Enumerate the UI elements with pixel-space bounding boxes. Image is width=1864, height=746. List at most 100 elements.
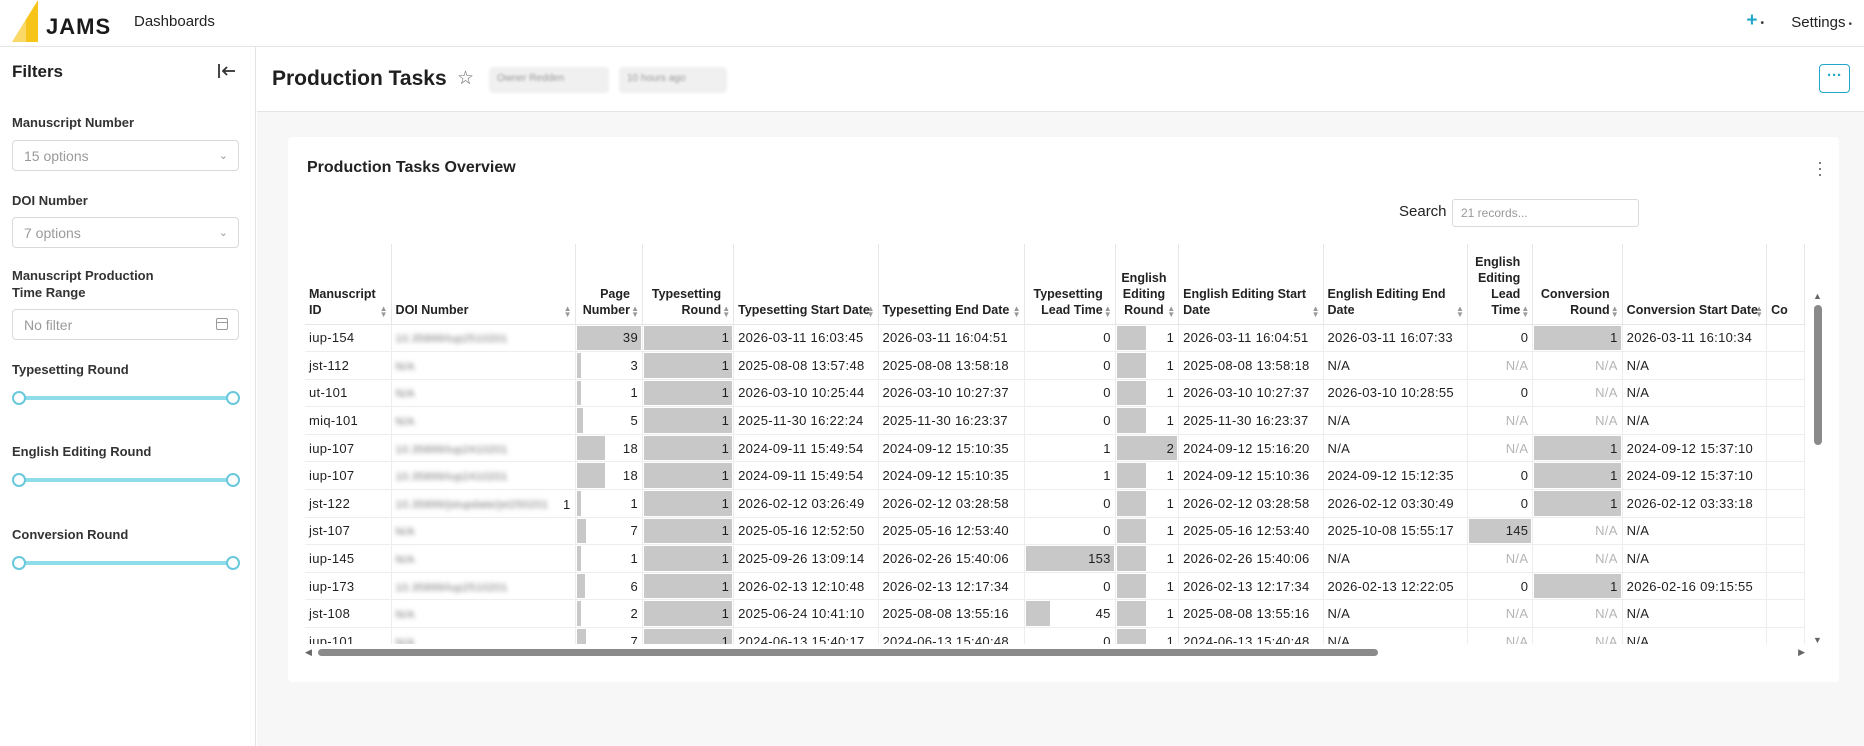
jams-logo[interactable]: JAMS [12, 0, 111, 42]
scroll-down-icon[interactable]: ▼ [1813, 635, 1822, 645]
english-editing-end-cell: 2026-03-10 10:28:55 [1323, 379, 1468, 408]
slider-handle-min[interactable] [12, 556, 26, 570]
production-time-range-picker[interactable]: No filter [12, 309, 239, 340]
add-menu-button[interactable]: + • [1746, 10, 1764, 32]
col-header-typesetting-end[interactable]: Typesetting End Date ▲ ▼ [878, 244, 1025, 325]
conversion-start-cell: N/A [1622, 379, 1768, 408]
kebab-vertical-icon[interactable]: · · · [1817, 153, 1823, 183]
table-row[interactable]: jst-108 N/A 2 1 2025-06-24 10:41:10 2025-08-0… [305, 599, 1805, 629]
settings-menu[interactable]: Settings • [1791, 14, 1852, 31]
col-header-english-editing-lead[interactable]: English Editing Lead Time ▲ ▼ [1467, 244, 1534, 325]
col-header-co[interactable]: Co [1766, 244, 1805, 325]
doi-cell: 10.35899/jstupdate/jst250201 1 [391, 489, 576, 518]
typesetting-round-cell: 1 [642, 544, 735, 573]
table-row[interactable]: iup-101 N/A 7 1 2024-06-13 15:40:17 2024-06-1… [305, 627, 1805, 644]
page-number-cell: 5 [575, 406, 643, 435]
scroll-up-icon[interactable]: ▲ [1813, 291, 1822, 301]
typesetting-round-cell: 1 [642, 406, 735, 435]
production-tasks-table: Manuscript ID ▲ ▼ DOI Number ▲ ▼ Page Number… [305, 244, 1805, 644]
more-horizontal-icon[interactable]: ··· [1819, 64, 1850, 93]
vertical-scrollbar[interactable]: ▲ ▼ [1812, 291, 1824, 645]
col-header-manuscript-id[interactable]: Manuscript ID ▲ ▼ [305, 244, 392, 325]
typesetting-end-cell: 2025-11-30 16:23:37 [878, 406, 1025, 435]
slider-handle-min[interactable] [12, 391, 26, 405]
table-row[interactable]: iup-173 10.35899/iup2510201 6 1 2026-02-13 1… [305, 572, 1805, 601]
conversion-start-cell: N/A [1622, 351, 1768, 380]
manuscript-number-select[interactable]: 15 options ⌄ [12, 140, 239, 171]
star-icon[interactable]: ☆ [457, 67, 474, 90]
slider-handle-min[interactable] [12, 473, 26, 487]
scroll-left-icon[interactable]: ◀ [305, 647, 312, 658]
scrollbar-thumb[interactable] [318, 649, 1378, 656]
page-number-cell: 18 [575, 461, 643, 491]
col-header-conversion-start[interactable]: Conversion Start Date ▲ ▼ [1622, 244, 1768, 325]
sort-icon: ▲ ▼ [1103, 303, 1112, 319]
table-row[interactable]: jst-122 10.35899/jstupdate/jst250201 1 1 1 20… [305, 489, 1805, 518]
table-row[interactable]: miq-101 N/A 5 1 2025-11-30 16:22:24 2025-11-3… [305, 406, 1805, 435]
card-title: Production Tasks Overview [307, 159, 516, 176]
english-editing-end-cell: 2025-10-08 15:55:17 [1323, 517, 1468, 546]
slider-handle-max[interactable] [226, 556, 240, 570]
table-row[interactable]: iup-145 N/A 1 1 2025-09-26 13:09:14 2026-02-2… [305, 544, 1805, 573]
table-row[interactable]: iup-107 10.35899/iup2410201 18 1 2024-09-11 … [305, 434, 1805, 463]
conversion-start-cell: 2026-02-16 09:15:55 [1622, 572, 1768, 601]
sort-icon: ▲ ▼ [1012, 303, 1021, 319]
col-header-conversion-round[interactable]: Conversion Round ▲ ▼ [1532, 244, 1623, 325]
english-editing-round-slider[interactable] [12, 472, 240, 488]
search-input[interactable]: 21 records... [1452, 199, 1639, 227]
col-header-doi-number[interactable]: DOI Number ▲ ▼ [391, 244, 576, 325]
sort-icon: ▲ ▼ [866, 303, 875, 319]
typesetting-start-cell: 2026-03-10 10:25:44 [733, 379, 879, 408]
collapse-sidebar-icon[interactable] [216, 61, 238, 81]
col-header-english-editing-start[interactable]: English Editing Start Date ▲ ▼ [1178, 244, 1324, 325]
english-editing-end-cell: N/A [1323, 434, 1468, 463]
col-header-typesetting-round[interactable]: Typesetting Round ▲ ▼ [642, 244, 735, 325]
settings-label: Settings [1791, 14, 1846, 31]
col-header-typesetting-start[interactable]: Typesetting Start Date ▲ ▼ [733, 244, 879, 325]
typesetting-round-cell: 1 [642, 517, 735, 546]
english-editing-lead-cell: 145 [1467, 517, 1534, 546]
english-editing-start-cell: 2026-02-12 03:28:58 [1178, 489, 1324, 518]
col-header-page-number[interactable]: Page Number ▲ ▼ [575, 244, 643, 325]
english-editing-round-cell: 1 [1115, 324, 1180, 353]
typesetting-round-cell: 1 [642, 324, 735, 353]
slider-track [18, 396, 234, 400]
table-row[interactable]: ut-101 N/A 1 1 2026-03-10 10:25:44 2026-03-10… [305, 379, 1805, 408]
typesetting-round-slider[interactable] [12, 390, 240, 406]
conversion-round-slider[interactable] [12, 555, 240, 571]
col-header-english-editing-end[interactable]: English Editing End Date ▲ ▼ [1323, 244, 1468, 325]
plus-icon: + [1746, 10, 1758, 31]
english-editing-round-cell: 1 [1115, 406, 1180, 435]
doi-number-select[interactable]: 7 options ⌄ [12, 217, 239, 248]
english-editing-lead-cell: N/A [1467, 599, 1534, 629]
doi-cell: 10.35899/iup2410201 [391, 461, 576, 491]
conversion-start-cell: 2026-03-11 16:10:34 [1622, 324, 1768, 353]
conversion-round-cell: N/A [1532, 379, 1623, 408]
horizontal-scrollbar[interactable]: ◀ ▶ [305, 647, 1805, 657]
manuscript-id-cell: jst-122 [305, 489, 392, 518]
table-row[interactable]: jst-107 N/A 7 1 2025-05-16 12:52:50 2025-05-1… [305, 517, 1805, 546]
slider-handle-max[interactable] [226, 391, 240, 405]
doi-suffix: 1 [563, 497, 571, 513]
english-editing-round-cell: 1 [1115, 461, 1180, 491]
slider-handle-max[interactable] [226, 473, 240, 487]
nav-dashboards[interactable]: Dashboards [134, 13, 215, 30]
doi-cell: N/A [391, 517, 576, 546]
doi-cell: N/A [391, 379, 576, 408]
col-header-english-editing-round[interactable]: English Editing Round ▲ ▼ [1115, 244, 1180, 325]
page-number-cell: 1 [575, 379, 643, 408]
table-row[interactable]: jst-112 N/A 3 1 2025-08-08 13:57:48 2025-08-0… [305, 351, 1805, 380]
scrollbar-thumb[interactable] [1814, 305, 1822, 445]
filters-title: Filters [12, 62, 64, 81]
table-row[interactable]: iup-107 10.35899/iup2410201 18 1 2024-09-11 … [305, 461, 1805, 491]
english-editing-start-cell: 2026-02-26 15:40:06 [1178, 544, 1324, 573]
conversion-round-cell: 1 [1532, 324, 1623, 353]
typesetting-lead-cell: 153 [1024, 544, 1116, 573]
cell-value-bar [1116, 546, 1146, 571]
manuscript-id-cell: jst-112 [305, 351, 392, 380]
typesetting-round-cell: 1 [642, 461, 735, 491]
table-row[interactable]: iup-154 10.35899/iup2510201 39 1 2026-03-11 … [305, 324, 1805, 353]
scroll-right-icon[interactable]: ▶ [1798, 647, 1805, 658]
col-header-typesetting-lead[interactable]: Typesetting Lead Time ▲ ▼ [1024, 244, 1116, 325]
english-editing-lead-cell: N/A [1467, 544, 1534, 573]
